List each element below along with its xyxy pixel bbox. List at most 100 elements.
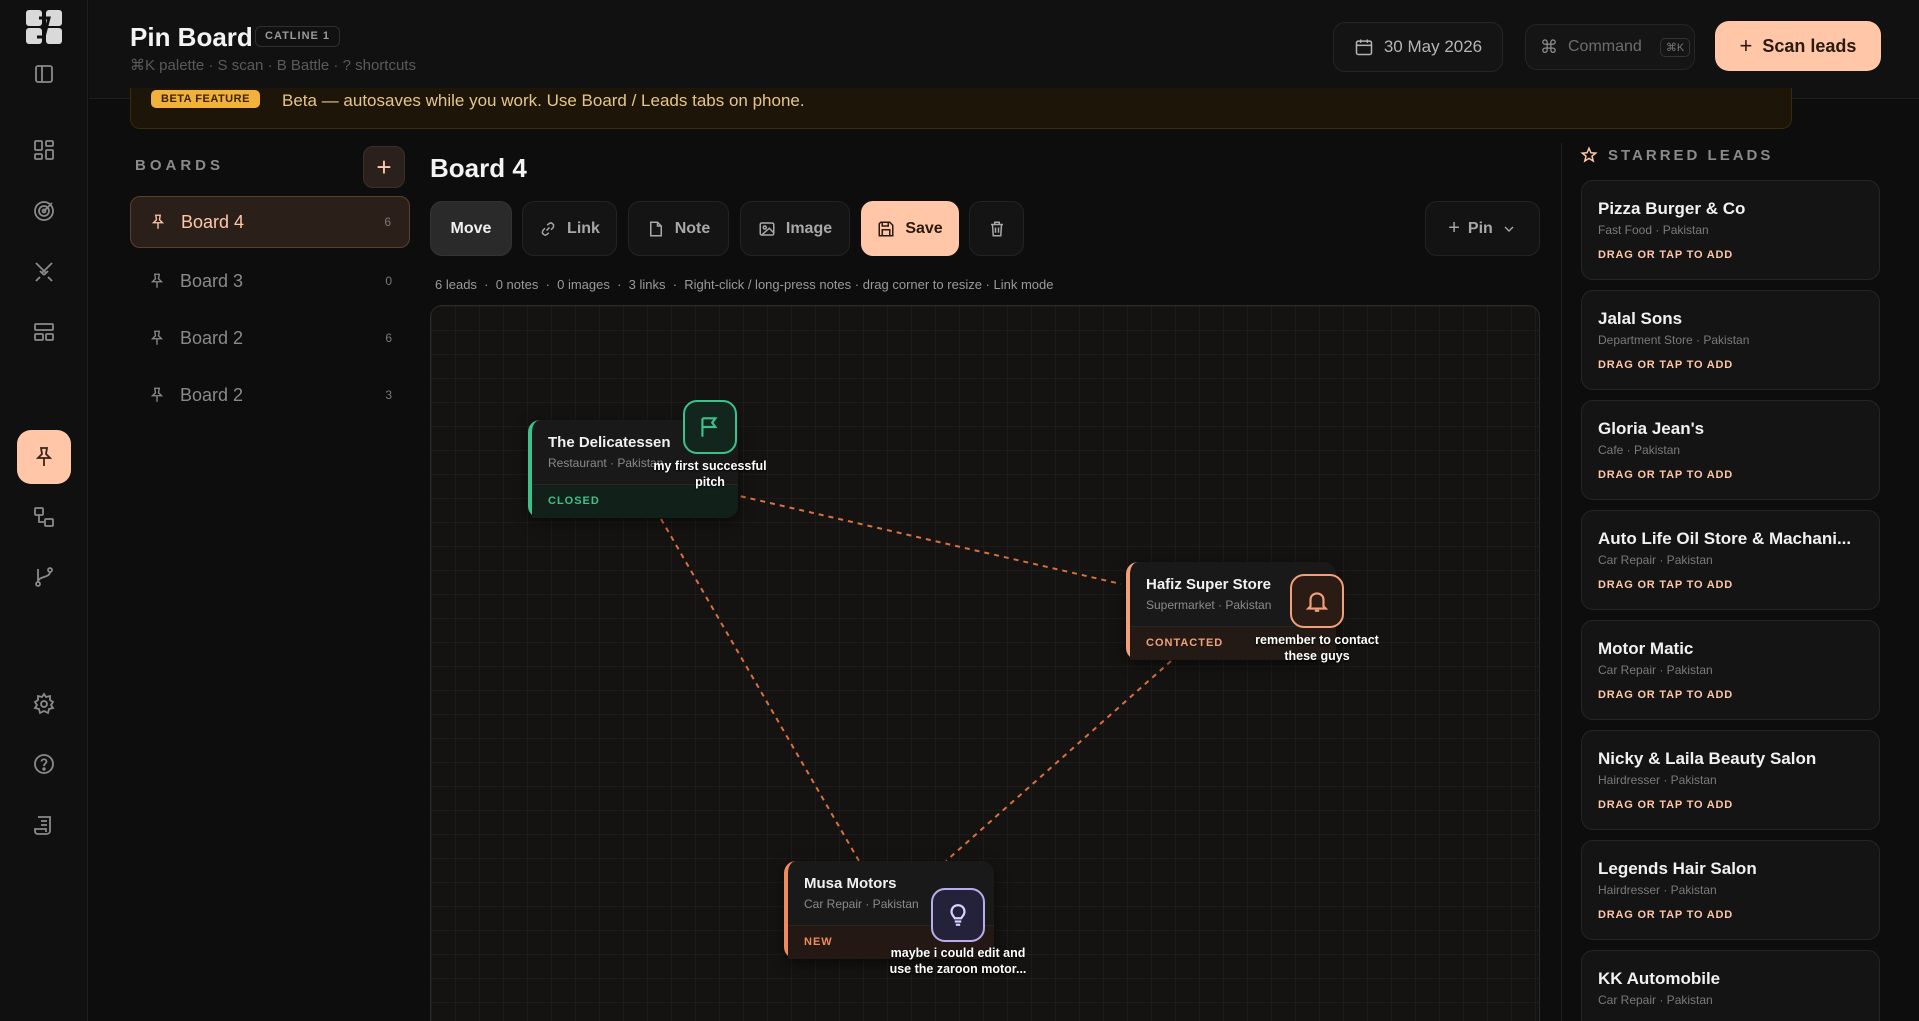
settings-icon[interactable] xyxy=(24,684,64,724)
pin-note: remember to contact these guys xyxy=(1255,633,1379,663)
scan-leads-button[interactable]: + Scan leads xyxy=(1715,21,1881,71)
starred-lead-tile[interactable]: Motor Matic Car Repair · Pakistan DRAG O… xyxy=(1581,620,1880,720)
app-root: Pin Board CATLINE 1 ⌘K palette · S scan … xyxy=(0,0,1919,1021)
chevron-down-icon xyxy=(1504,226,1514,232)
lead-name: Hafiz Super Store xyxy=(1146,576,1272,593)
starred-lead-tile[interactable]: Pizza Burger & Co Fast Food · Pakistan D… xyxy=(1581,180,1880,280)
target-icon[interactable] xyxy=(24,191,64,231)
calendar-icon xyxy=(1355,39,1373,56)
plus-icon: + xyxy=(1739,33,1753,58)
lead-meta: Hairdresser · Pakistan xyxy=(1598,883,1717,897)
lead-name: Motor Matic xyxy=(1598,639,1694,658)
image-icon xyxy=(759,221,775,236)
scan-leads-label: Scan leads xyxy=(1762,35,1857,56)
pin-icon xyxy=(150,387,164,402)
dashboard-icon[interactable] xyxy=(24,130,64,170)
lead-name: Jalal Sons xyxy=(1598,309,1683,328)
note-tool-button[interactable]: Note xyxy=(628,201,729,256)
note-icon xyxy=(649,221,662,236)
board-item[interactable]: Board 3 0 xyxy=(130,255,410,307)
pin-canvas[interactable]: The Delicatessen Restaurant · Pakistan C… xyxy=(430,305,1540,1021)
swords-icon[interactable] xyxy=(24,251,64,291)
left-rail xyxy=(0,0,88,1021)
command-shortcut: ⌘K xyxy=(1659,37,1691,57)
save-label: Save xyxy=(905,219,943,237)
pin-icon xyxy=(150,330,164,345)
lead-name: The Delicatessen xyxy=(548,434,671,451)
lead-name: Legends Hair Salon xyxy=(1598,859,1757,878)
drag-hint: DRAG OR TAP TO ADD xyxy=(1598,579,1733,591)
sidebar-toggle-icon[interactable] xyxy=(24,54,64,94)
board-item[interactable]: Board 2 6 xyxy=(130,312,410,364)
board-item[interactable]: Board 2 3 xyxy=(130,369,410,421)
board-stats: 6 leads · 0 notes · 0 images · 3 links ·… xyxy=(435,277,1054,292)
pin-icon xyxy=(150,273,164,288)
save-button[interactable]: Save xyxy=(861,201,959,256)
starred-lead-tile[interactable]: KK Automobile Car Repair · Pakistan xyxy=(1581,950,1880,1021)
lead-meta: Hairdresser · Pakistan xyxy=(1598,773,1717,787)
link-line xyxy=(945,660,1172,862)
boards-heading: BOARDS xyxy=(135,157,225,174)
lead-meta: Car Repair · Pakistan xyxy=(1598,553,1713,567)
starred-lead-tile[interactable]: Gloria Jean's Cafe · Pakistan DRAG OR TA… xyxy=(1581,400,1880,500)
board-item-count: 0 xyxy=(385,274,392,288)
lightbulb-icon[interactable] xyxy=(931,888,985,942)
git-branch-icon[interactable] xyxy=(24,557,64,597)
board-item-label: Board 3 xyxy=(180,270,244,291)
star-icon xyxy=(1580,146,1598,163)
drag-hint: DRAG OR TAP TO ADD xyxy=(1598,799,1733,811)
starred-heading: STARRED LEADS xyxy=(1580,146,1773,164)
add-board-button[interactable]: + xyxy=(363,146,405,188)
lead-name: Musa Motors xyxy=(804,875,897,892)
drag-hint: DRAG OR TAP TO ADD xyxy=(1598,689,1733,701)
starred-lead-tile[interactable]: Auto Life Oil Store & Machani... Car Rep… xyxy=(1581,510,1880,610)
note-label: Note xyxy=(674,219,711,237)
link-icon xyxy=(541,221,555,236)
command-label: Command xyxy=(1568,38,1642,55)
starred-lead-tile[interactable]: Nicky & Laila Beauty Salon Hairdresser ·… xyxy=(1581,730,1880,830)
workflow-icon[interactable] xyxy=(24,497,64,537)
link-tool-button[interactable]: Link xyxy=(522,201,617,256)
help-icon[interactable] xyxy=(24,744,64,784)
scroll-icon[interactable] xyxy=(24,805,64,845)
board-item-count: 6 xyxy=(384,215,391,229)
lead-meta: Supermarket · Pakistan xyxy=(1146,598,1272,612)
board-item[interactable]: Board 4 6 xyxy=(130,196,410,248)
lead-name: KK Automobile xyxy=(1598,969,1721,988)
lead-meta: Car Repair · Pakistan xyxy=(804,897,919,911)
starred-lead-tile[interactable]: Legends Hair Salon Hairdresser · Pakista… xyxy=(1581,840,1880,940)
starred-heading-label: STARRED LEADS xyxy=(1608,146,1774,164)
lead-name: Gloria Jean's xyxy=(1598,419,1705,438)
layout-icon[interactable] xyxy=(24,312,64,352)
pin-dropdown-button[interactable]: + Pin xyxy=(1425,201,1540,256)
link-line xyxy=(730,493,1122,585)
pin-board-icon[interactable] xyxy=(17,430,71,484)
board-item-label: Board 2 xyxy=(180,327,244,348)
save-icon xyxy=(878,221,894,236)
lead-name: Auto Life Oil Store & Machani... xyxy=(1598,529,1852,548)
move-label: Move xyxy=(450,219,492,237)
pin-label: Pin xyxy=(1467,219,1493,237)
app-logo[interactable] xyxy=(25,9,63,45)
lead-meta: Car Repair · Pakistan xyxy=(1598,663,1713,677)
lead-meta: Department Store · Pakistan xyxy=(1598,333,1750,347)
flag-icon[interactable] xyxy=(683,400,737,454)
image-tool-button[interactable]: Image xyxy=(740,201,850,256)
command-palette-button[interactable]: ⌘ Command ⌘K xyxy=(1525,24,1695,70)
board-item-count: 6 xyxy=(385,331,392,345)
bell-icon[interactable] xyxy=(1290,574,1344,628)
plus-icon: + xyxy=(1448,217,1460,239)
drag-hint: DRAG OR TAP TO ADD xyxy=(1598,249,1733,261)
move-tool-button[interactable]: Move xyxy=(430,201,512,256)
link-line xyxy=(660,518,860,862)
delete-button[interactable] xyxy=(969,201,1024,256)
lead-meta: Cafe · Pakistan xyxy=(1598,443,1681,457)
pin-icon xyxy=(151,214,165,229)
starred-lead-tile[interactable]: Jalal Sons Department Store · Pakistan D… xyxy=(1581,290,1880,390)
date-picker-button[interactable]: 30 May 2026 xyxy=(1333,22,1503,72)
right-panel-divider xyxy=(1561,143,1562,1021)
pin-note: my first successful pitch xyxy=(653,459,767,489)
board-item-label: Board 4 xyxy=(181,211,245,232)
beta-tag: BETA FEATURE xyxy=(151,90,260,108)
pin-note: maybe i could edit and use the zaroon mo… xyxy=(889,946,1027,976)
